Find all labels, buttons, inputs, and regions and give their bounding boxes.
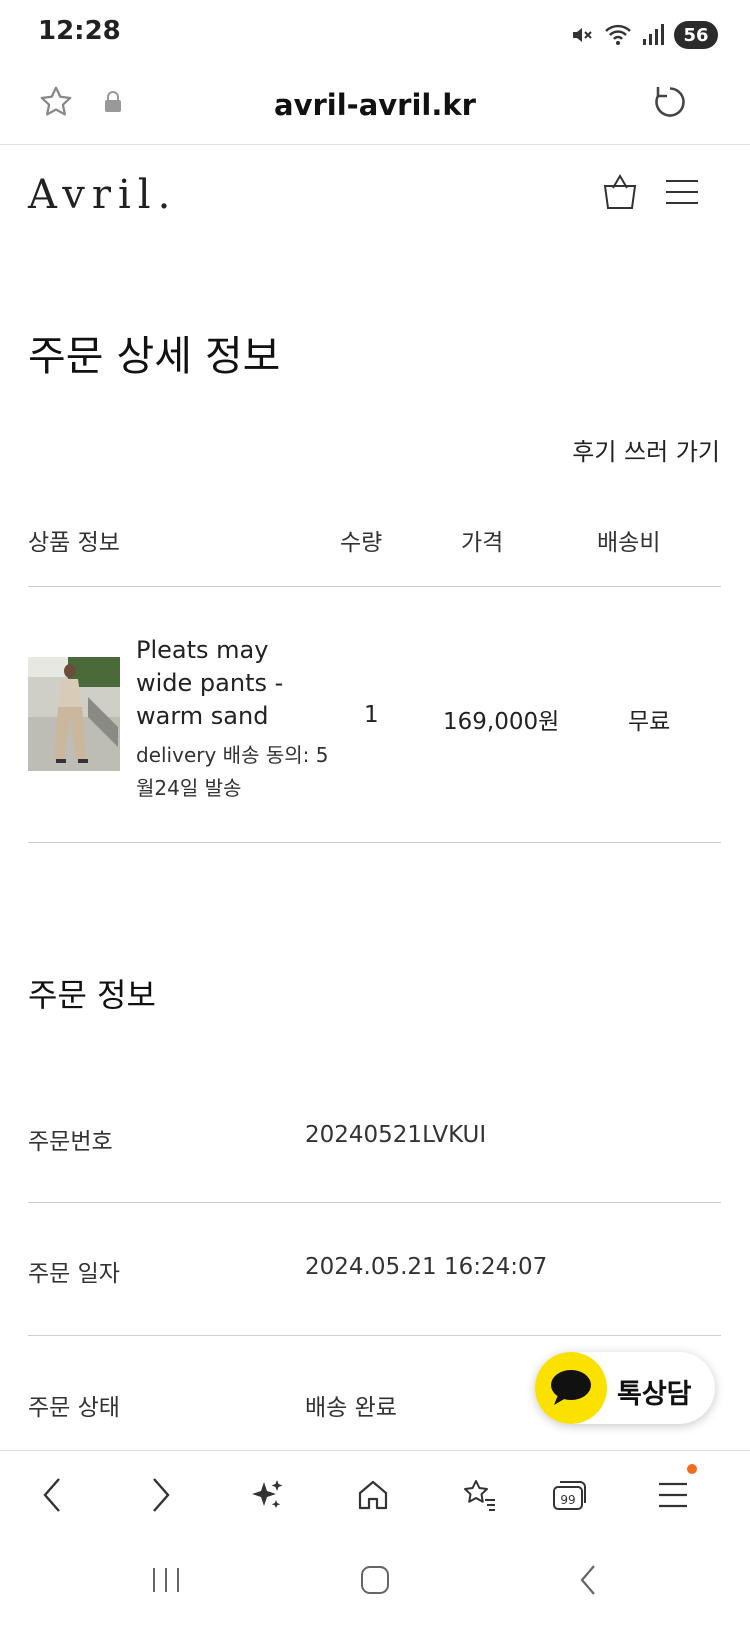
divider xyxy=(28,1335,721,1336)
product-option: delivery 배송 동의: 5월24일 발송 xyxy=(136,743,329,800)
bookmarks-icon[interactable] xyxy=(457,1471,501,1519)
product-price: 169,000원 xyxy=(443,709,560,735)
home-button-icon[interactable] xyxy=(349,1556,401,1604)
page-title: 주문 상세 정보 xyxy=(28,332,281,380)
order-date-label: 주문 일자 xyxy=(28,1261,120,1287)
write-review-link[interactable]: 후기 쓰러 가기 xyxy=(572,432,720,467)
product-thumbnail[interactable] xyxy=(28,657,120,771)
kakao-chat-label: 톡상담 xyxy=(617,1379,692,1410)
header-shipping: 배송비 xyxy=(597,530,661,556)
browser-menu-icon[interactable] xyxy=(652,1471,696,1519)
browser-url-bar: avril-avril.kr xyxy=(0,66,750,145)
back-icon[interactable] xyxy=(30,1471,74,1519)
reload-icon[interactable] xyxy=(648,80,692,124)
cart-icon[interactable] xyxy=(598,170,642,214)
mute-icon xyxy=(573,28,592,42)
home-icon[interactable] xyxy=(351,1471,395,1519)
forward-icon[interactable] xyxy=(139,1471,183,1519)
tabs-icon[interactable]: 99 xyxy=(548,1471,592,1519)
signal-icon xyxy=(643,24,664,45)
order-info-title: 주문 정보 xyxy=(28,976,156,1014)
system-back-icon[interactable] xyxy=(562,1556,614,1604)
battery-indicator: 56 xyxy=(674,21,718,49)
status-icons: 56 xyxy=(570,18,718,52)
kakao-chat-button[interactable]: 톡상담 xyxy=(535,1352,715,1424)
browser-toolbar: 99 xyxy=(0,1450,750,1541)
order-status-label: 주문 상태 xyxy=(28,1395,120,1421)
product-shipping: 무료 xyxy=(628,709,671,735)
wifi-icon xyxy=(605,24,631,45)
chat-bubble-icon xyxy=(535,1352,607,1424)
header-product-info: 상품 정보 xyxy=(28,530,120,556)
recent-apps-icon[interactable] xyxy=(140,1556,192,1604)
system-navigation-bar xyxy=(0,1540,750,1625)
order-number-label: 주문번호 xyxy=(28,1129,113,1155)
notification-dot xyxy=(687,1464,697,1474)
product-quantity: 1 xyxy=(364,702,379,728)
url-text[interactable]: avril-avril.kr xyxy=(0,88,750,122)
status-time: 12:28 xyxy=(38,16,121,46)
svg-text:99: 99 xyxy=(560,1493,575,1507)
product-name[interactable]: Pleats may wide pants - warm sand xyxy=(136,634,326,733)
sparkle-icon[interactable] xyxy=(245,1471,289,1519)
order-date-value: 2024.05.21 16:24:07 xyxy=(305,1254,548,1280)
divider xyxy=(28,842,721,843)
site-logo[interactable]: Avril. xyxy=(28,172,177,218)
order-number-value: 20240521LVKUI xyxy=(305,1122,487,1148)
header-price: 가격 xyxy=(461,530,504,556)
status-bar: 12:28 56 xyxy=(0,0,750,66)
divider xyxy=(28,1202,721,1203)
header-quantity: 수량 xyxy=(340,530,383,556)
order-status-value: 배송 완료 xyxy=(305,1395,397,1421)
hamburger-menu-icon[interactable] xyxy=(660,172,704,212)
